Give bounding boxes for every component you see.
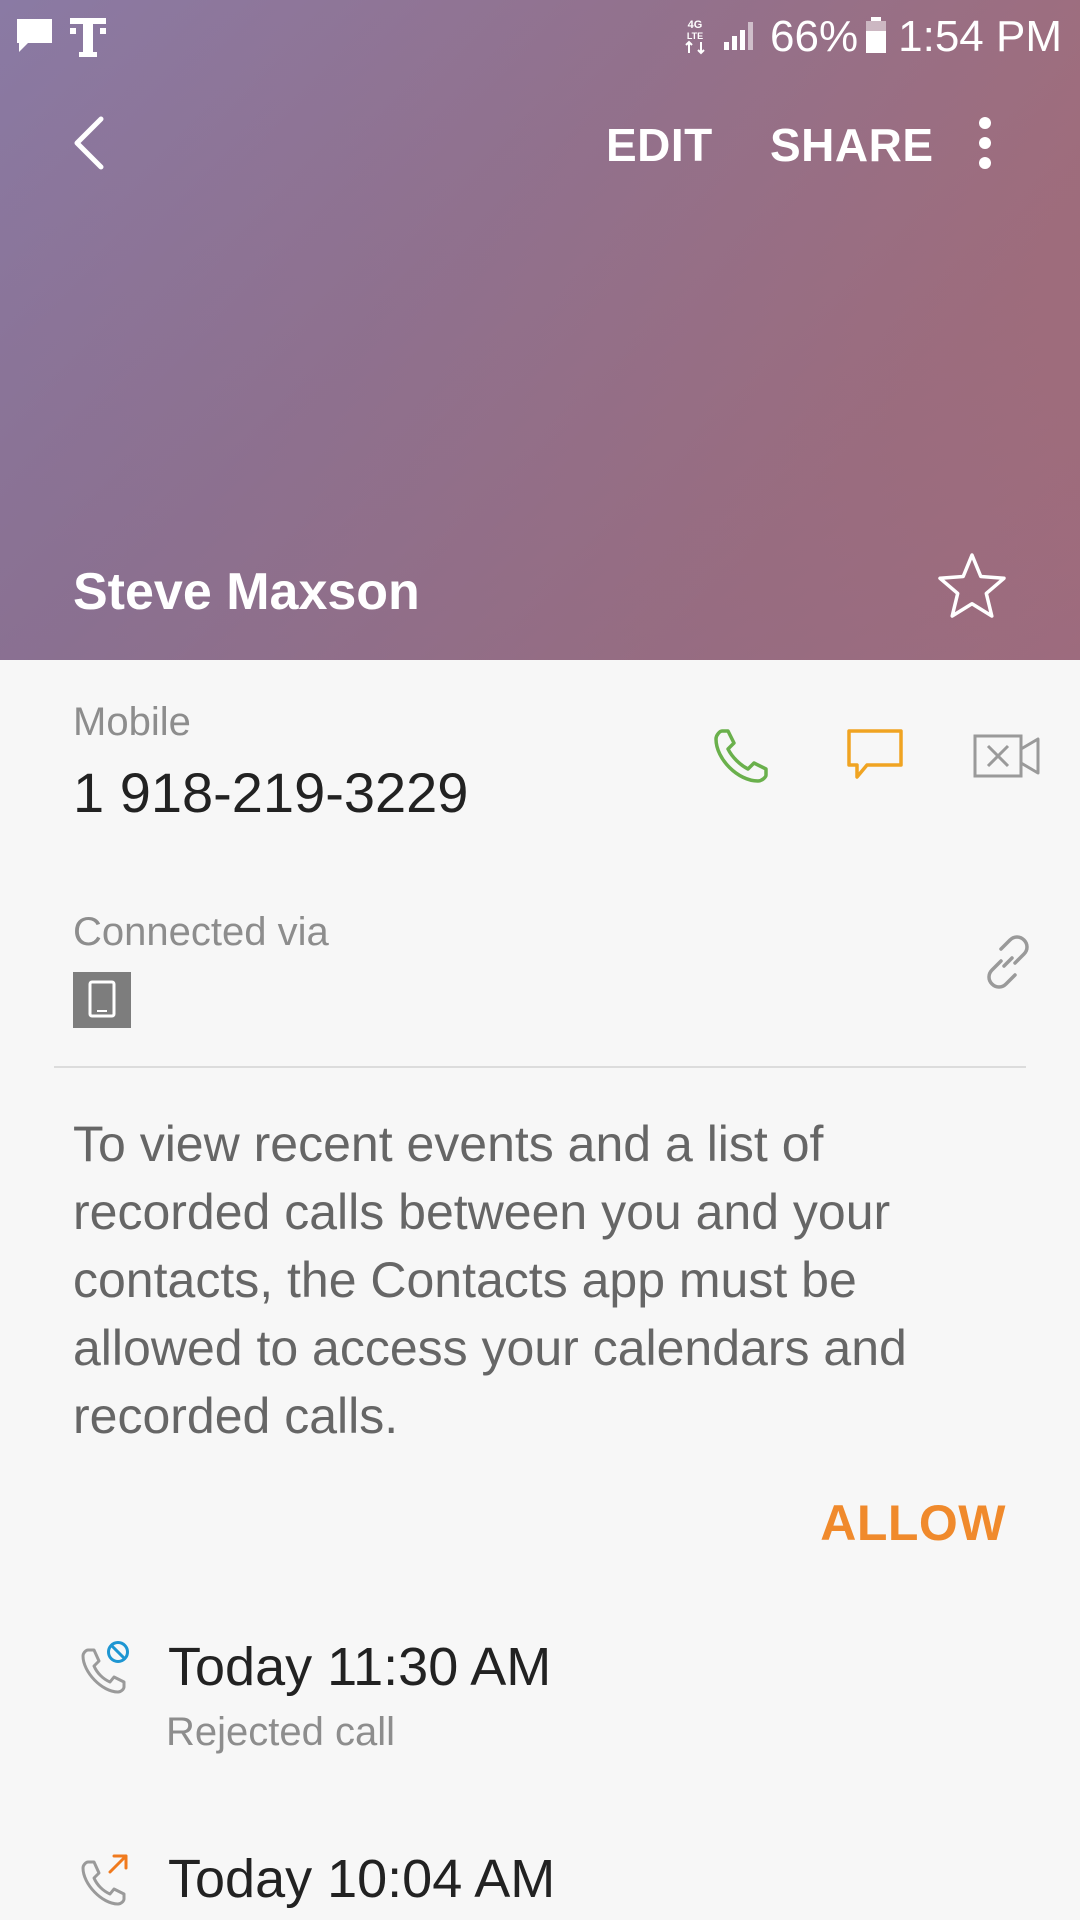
svg-text:4G: 4G — [688, 19, 703, 31]
contact-header: 4G LTE 66% 1:54 PM EDIT SHARE Steve Maxs… — [0, 0, 1080, 660]
call-log-time: Today 11:30 AM — [168, 1637, 552, 1697]
svg-text:LTE: LTE — [687, 31, 703, 41]
back-button[interactable] — [54, 110, 124, 180]
star-icon — [936, 553, 1008, 626]
permission-message: To view recent events and a list of reco… — [73, 1116, 907, 1444]
device-icon — [73, 972, 131, 1028]
back-arrow-icon — [69, 115, 109, 176]
call-log-time: Today 10:04 AM — [168, 1849, 556, 1909]
message-button[interactable] — [842, 724, 908, 790]
clock: 1:54 PM — [898, 12, 1062, 61]
link-icon — [980, 934, 1036, 995]
lte-data-icon: 4G LTE — [682, 15, 708, 60]
carrier-logo-icon — [70, 14, 106, 63]
message-icon — [845, 725, 905, 790]
app-bar: EDIT SHARE — [0, 96, 1080, 192]
contact-name: Steve Maxson — [73, 563, 420, 621]
outgoing-call-icon — [80, 1852, 136, 1908]
battery-icon — [864, 15, 888, 60]
call-log-status: Rejected call — [166, 1710, 396, 1754]
connected-via-label: Connected via — [73, 910, 329, 954]
phone-type-label: Mobile — [73, 700, 191, 744]
link-button[interactable] — [978, 934, 1038, 994]
edit-button[interactable]: EDIT — [606, 118, 713, 172]
allow-button[interactable]: ALLOW — [820, 1494, 1006, 1552]
favorite-button[interactable] — [936, 550, 1008, 622]
video-call-disabled-icon — [972, 731, 1042, 786]
status-bar: 4G LTE 66% 1:54 PM — [0, 0, 1080, 74]
signal-strength-icon — [722, 18, 760, 57]
more-options-button[interactable] — [960, 112, 1010, 178]
phone-number[interactable]: 1 918-219-3229 — [73, 760, 468, 825]
phone-icon — [712, 725, 772, 790]
more-vert-icon — [977, 116, 993, 174]
rejected-call-icon — [80, 1640, 136, 1696]
battery-percentage: 66% — [770, 12, 859, 61]
section-divider — [54, 1066, 1026, 1068]
video-call-button[interactable] — [972, 730, 1042, 786]
share-button[interactable]: SHARE — [770, 118, 934, 172]
message-notification-icon — [14, 16, 56, 61]
call-button[interactable] — [710, 724, 774, 790]
